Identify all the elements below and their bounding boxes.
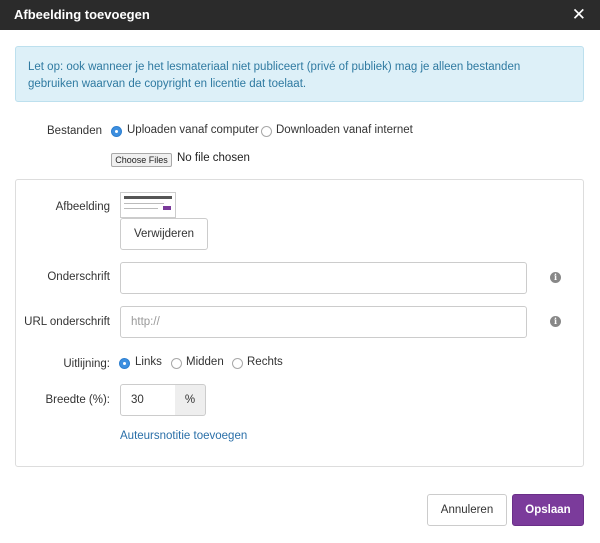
file-status: No file chosen [177, 152, 250, 164]
caption-input[interactable] [120, 262, 527, 294]
dialog-header: Afbeelding toevoegen ✕ [0, 0, 600, 30]
source-label: Bestanden [47, 125, 102, 137]
image-label: Afbeelding [55, 201, 110, 213]
caption-info-icon[interactable]: i [550, 272, 561, 283]
upload-radio[interactable] [111, 126, 122, 137]
caption-label: Onderschrift [47, 271, 110, 283]
width-label: Breedte (%): [45, 394, 110, 406]
caption-url-placeholder: http:// [131, 316, 160, 328]
align-left-label[interactable]: Links [135, 356, 162, 368]
align-center-radio[interactable] [171, 358, 182, 369]
upload-radio-label[interactable]: Uploaden vanaf computer [127, 124, 259, 136]
width-input[interactable]: 30 [120, 384, 176, 416]
align-right-label[interactable]: Rechts [247, 356, 283, 368]
save-button[interactable]: Opslaan [512, 494, 584, 526]
copyright-alert: Let op: ook wanneer je het lesmateriaal … [15, 46, 584, 102]
image-thumbnail [120, 192, 176, 218]
align-left-radio[interactable] [119, 358, 130, 369]
caption-url-info-icon[interactable]: i [550, 316, 561, 327]
dialog-title: Afbeelding toevoegen [14, 7, 150, 22]
alignment-label: Uitlijning: [63, 358, 110, 370]
width-unit: % [175, 384, 206, 416]
caption-url-label: URL onderschrift [24, 316, 110, 328]
add-author-note-link[interactable]: Auteursnotitie toevoegen [120, 430, 247, 442]
download-radio-label[interactable]: Downloaden vanaf internet [276, 124, 413, 136]
caption-url-input[interactable]: http:// [120, 306, 527, 338]
download-radio[interactable] [261, 126, 272, 137]
choose-files-button[interactable]: Choose Files [111, 153, 172, 167]
align-right-radio[interactable] [232, 358, 243, 369]
close-icon[interactable]: ✕ [572, 6, 586, 23]
align-center-label[interactable]: Midden [186, 356, 224, 368]
remove-image-button[interactable]: Verwijderen [120, 218, 208, 250]
cancel-button[interactable]: Annuleren [427, 494, 507, 526]
